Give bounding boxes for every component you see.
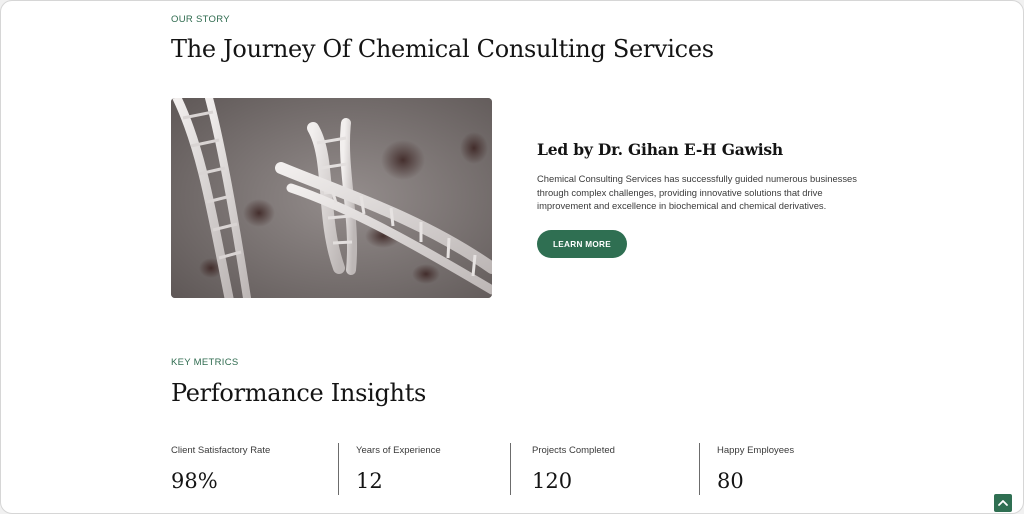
chevron-up-icon xyxy=(998,500,1008,506)
about-title: Led by Dr. Gihan E-H Gawish xyxy=(537,140,783,159)
page: OUR STORY The Journey Of Chemical Consul… xyxy=(0,0,1024,514)
metric-divider xyxy=(338,443,339,495)
about-description: Chemical Consulting Services has success… xyxy=(537,173,857,212)
metric-value: 120 xyxy=(532,469,573,493)
metrics-eyebrow: KEY METRICS xyxy=(171,357,239,368)
metric-value: 12 xyxy=(356,469,383,493)
metric-value: 98% xyxy=(171,469,218,493)
metric-divider xyxy=(699,443,700,495)
metric-label: Years of Experience xyxy=(356,445,441,456)
story-eyebrow: OUR STORY xyxy=(171,14,230,25)
metric-label: Happy Employees xyxy=(717,445,795,456)
metric-label: Client Satisfactory Rate xyxy=(171,445,271,456)
metrics-title: Performance Insights xyxy=(171,379,427,407)
metric-value: 80 xyxy=(717,469,744,493)
dna-helix-image xyxy=(171,98,492,298)
story-title: The Journey Of Chemical Consulting Servi… xyxy=(171,35,714,63)
metric-label: Projects Completed xyxy=(532,445,615,456)
learn-more-button[interactable]: LEARN MORE xyxy=(537,230,627,258)
scroll-to-top-button[interactable] xyxy=(994,494,1012,512)
metric-divider xyxy=(510,443,511,495)
